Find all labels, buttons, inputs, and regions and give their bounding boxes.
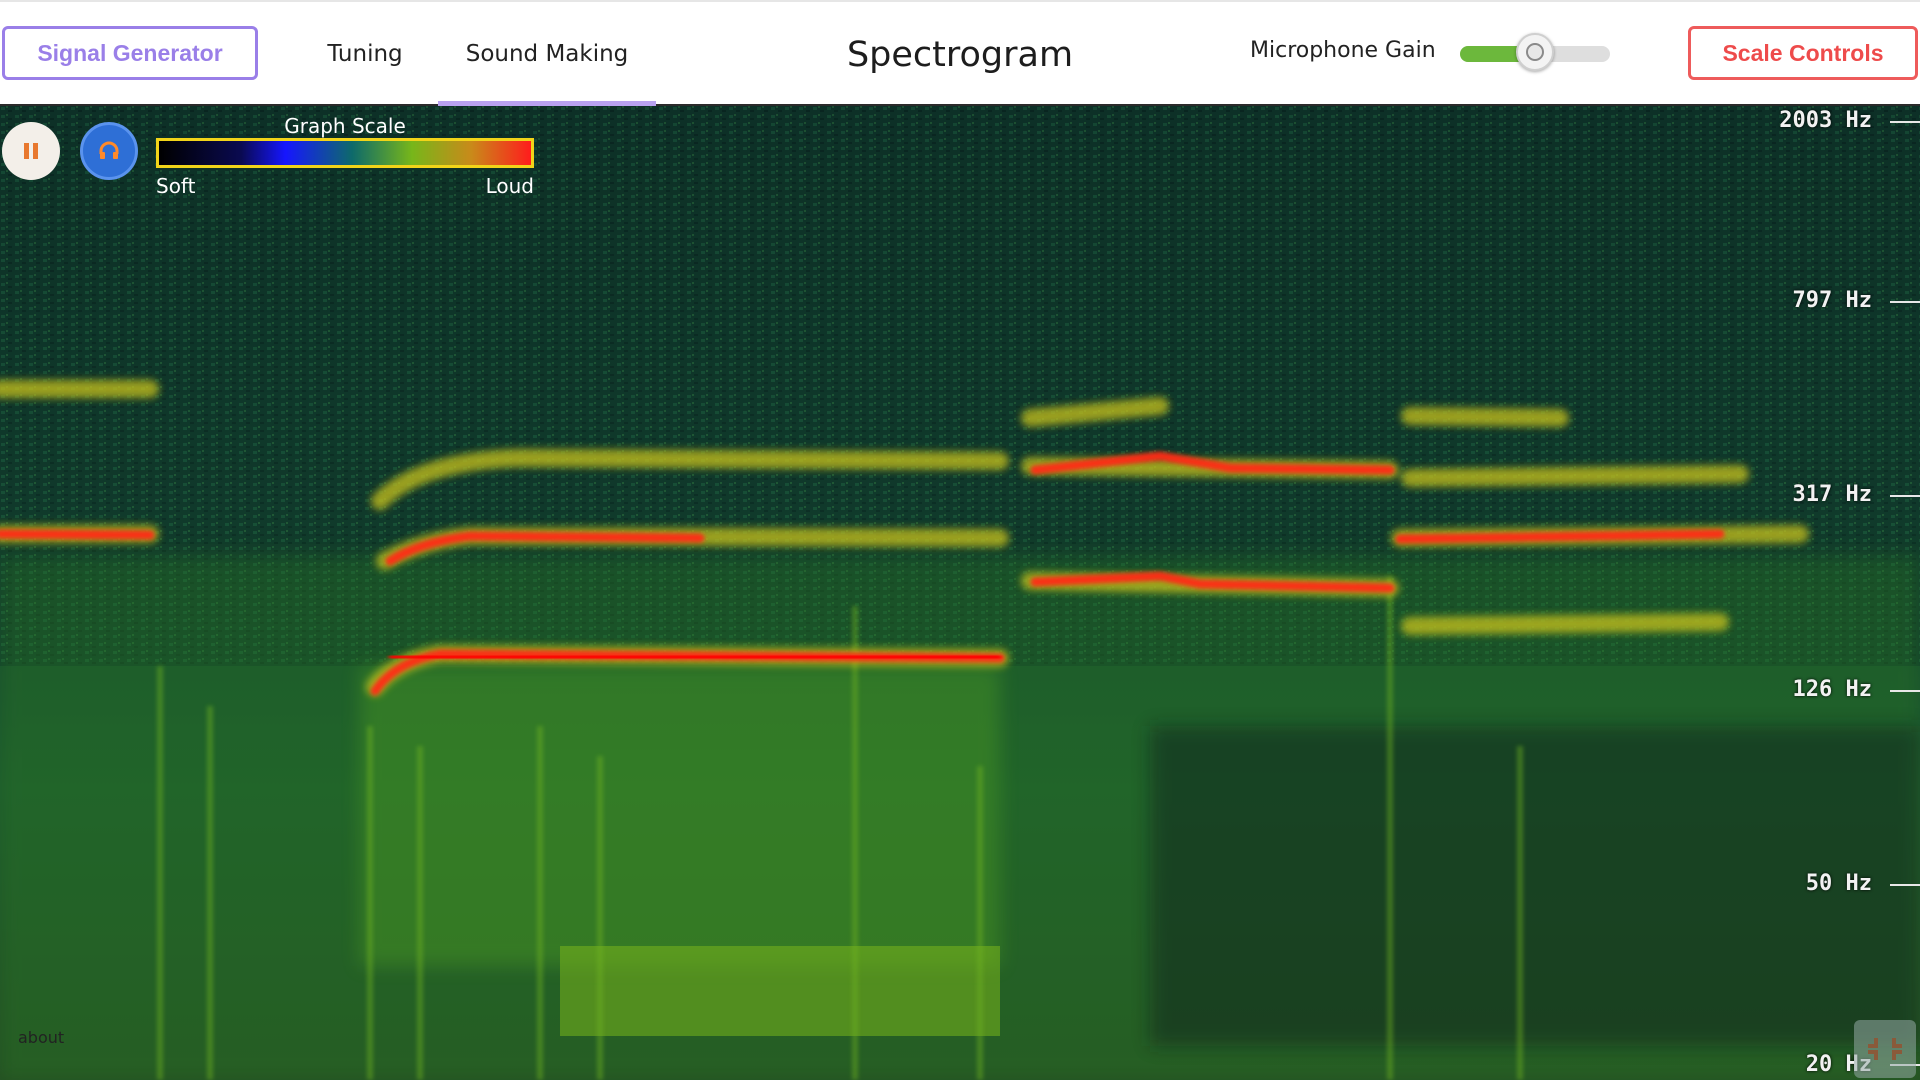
- freq-tick: [1890, 884, 1920, 886]
- pause-button[interactable]: [2, 122, 60, 180]
- graph-scale-title: Graph Scale: [284, 114, 406, 138]
- tab-sound-making[interactable]: Sound Making: [438, 2, 656, 106]
- freq-tick: [1890, 121, 1920, 123]
- about-link[interactable]: about: [18, 1028, 64, 1047]
- listen-button[interactable]: [80, 122, 138, 180]
- tab-tuning[interactable]: Tuning: [310, 2, 420, 106]
- freq-label: 50 Hz: [1805, 871, 1872, 896]
- graph-scale-soft-label: Soft: [156, 174, 196, 198]
- page-title: Spectrogram: [846, 35, 1074, 75]
- graph-scale-colorbar: [156, 138, 534, 168]
- freq-tick: [1890, 495, 1920, 497]
- freq-tick: [1890, 301, 1920, 303]
- freq-label: 797 Hz: [1792, 288, 1872, 313]
- headphones-icon: [99, 141, 119, 159]
- microphone-gain-label: Microphone Gain: [1250, 38, 1436, 63]
- microphone-gain-thumb[interactable]: [1516, 33, 1554, 71]
- graph-scale-loud-label: Loud: [485, 174, 534, 198]
- fullscreen-icon: [1868, 1038, 1902, 1060]
- freq-label: 126 Hz: [1792, 677, 1872, 702]
- signal-generator-button[interactable]: Signal Generator: [2, 26, 258, 80]
- spectrogram-canvas[interactable]: Graph Scale Soft Loud 2003 Hz 797 Hz 317…: [0, 106, 1920, 1080]
- freq-label: 317 Hz: [1792, 482, 1872, 507]
- scale-controls-button[interactable]: Scale Controls: [1688, 26, 1918, 80]
- freq-label: 2003 Hz: [1779, 108, 1872, 133]
- freq-tick: [1890, 690, 1920, 692]
- spectrogram-image: [0, 106, 1920, 1080]
- fullscreen-button[interactable]: [1854, 1020, 1916, 1078]
- app-header: Signal Generator Tuning Sound Making Spe…: [0, 0, 1920, 106]
- pause-icon: [24, 143, 38, 159]
- microphone-gain-slider[interactable]: [1460, 33, 1610, 71]
